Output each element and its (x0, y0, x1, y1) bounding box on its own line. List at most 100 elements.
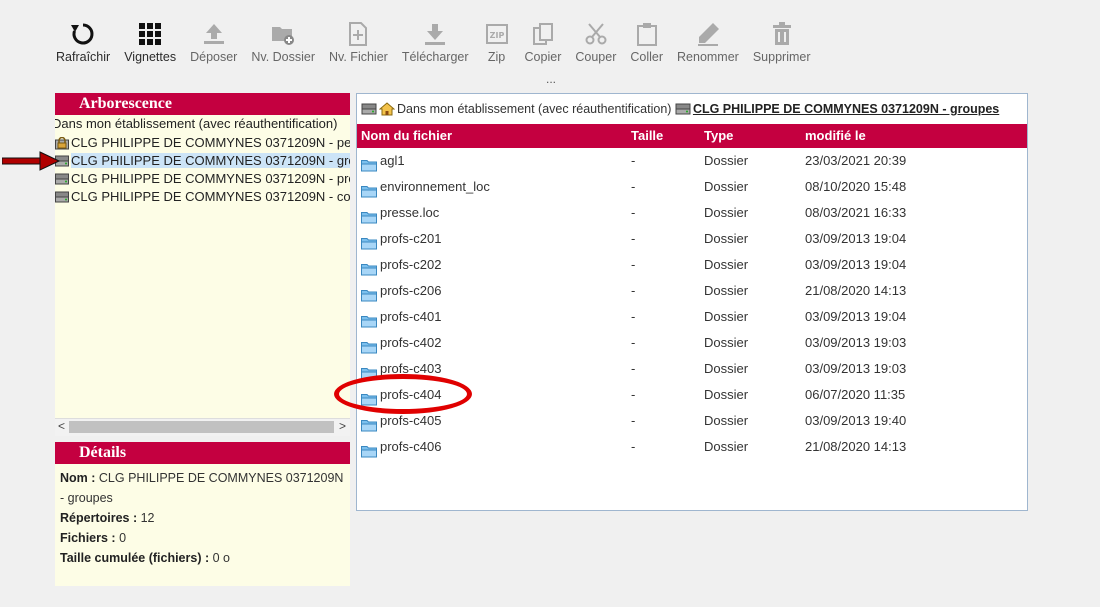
file-size: - (631, 413, 636, 428)
toolbar-button-label: Supprimer (752, 50, 811, 64)
toolbar-button-label: Vignettes (124, 50, 177, 64)
file-size: - (631, 309, 636, 324)
arrow-icon (1, 151, 61, 174)
file-type: Dossier (704, 257, 749, 272)
details-size-value: 0 o (212, 551, 230, 565)
highlight-ellipse (334, 374, 472, 414)
file-type: Dossier (704, 387, 749, 402)
file-size: - (631, 387, 636, 402)
details-size-label: Taille cumulée (fichiers) : (60, 551, 210, 565)
file-type: Dossier (704, 231, 749, 246)
file-modified: 03/09/2013 19:03 (805, 361, 907, 376)
toolbar-button-label: Couper (575, 50, 617, 64)
toolbar-button-pencil[interactable]: Renommer (677, 20, 739, 64)
toolbar-button-upload[interactable]: Déposer (190, 20, 237, 64)
table-row[interactable]: profs-c402 - Dossier 03/09/2013 19:03 (357, 330, 1027, 356)
table-row[interactable]: profs-c403- Dossier 03/09/2013 19:03 (357, 356, 1027, 382)
file-modified: 03/09/2013 19:40 (805, 413, 907, 428)
file-list-header: Nom du fichier Taille Type modifié le (357, 124, 1027, 148)
download-icon (421, 20, 449, 48)
file-modified: 03/09/2013 19:04 (805, 309, 907, 324)
breadcrumb-current[interactable]: CLG PHILIPPE DE COMMYNES 0371209N - grou… (693, 102, 999, 116)
file-modified: 08/10/2020 15:48 (805, 179, 907, 194)
file-size: - (631, 335, 636, 350)
copy-icon (529, 20, 557, 48)
toolbar-button-new-file[interactable]: Nv. Fichier (329, 20, 388, 64)
details-name-label: Nom : (60, 471, 96, 485)
table-row[interactable]: profs-c206 - Dossier 21/08/2020 14:13 (357, 278, 1027, 304)
tree-item[interactable]: CLG PHILIPPE DE COMMYNES 0371209N - comm… (55, 188, 350, 205)
column-header-name[interactable]: Nom du fichier (361, 124, 452, 148)
scrollbar-thumb[interactable] (69, 421, 334, 433)
tree-item[interactable]: CLG PHILIPPE DE COMMYNES 0371209N - prof… (55, 170, 350, 187)
details-dirs-label: Répertoires : (60, 511, 138, 525)
file-size: - (631, 361, 636, 376)
table-row[interactable]: profs-c406 - Dossier 21/08/2020 14:13 (357, 434, 1027, 460)
file-modified: 21/08/2020 14:13 (805, 439, 907, 454)
file-modified: 03/09/2013 19:03 (805, 335, 907, 350)
scroll-right-arrow[interactable]: > (339, 419, 346, 433)
file-name[interactable]: profs-c406 (380, 434, 441, 460)
details-size: Taille cumulée (fichiers) : 0 o (60, 548, 345, 568)
file-type: Dossier (704, 283, 749, 298)
tree-item-label: CLG PHILIPPE DE COMMYNES 0371209N - comm… (71, 189, 350, 204)
new-folder-icon (269, 20, 297, 48)
file-name[interactable]: profs-c401 (380, 304, 441, 330)
file-size: - (631, 153, 636, 168)
toolbar-button-label: Rafraîchir (56, 50, 111, 64)
folder-icon (361, 441, 377, 467)
column-header-type[interactable]: Type (704, 124, 733, 148)
toolbar-button-label: Télécharger (401, 50, 469, 64)
tree-root[interactable]: Dans mon établissement (avec réauthentif… (55, 115, 337, 132)
file-modified: 21/08/2020 14:13 (805, 283, 907, 298)
tree-item-label: CLG PHILIPPE DE COMMYNES 0371209N - grou… (71, 153, 350, 168)
file-modified: 08/03/2021 16:33 (805, 205, 907, 220)
toolbar-button-label: Déposer (190, 50, 238, 64)
column-header-size[interactable]: Taille (631, 124, 663, 148)
toolbar-button-trash[interactable]: Supprimer (753, 20, 811, 64)
table-row[interactable]: profs-c201 - Dossier 03/09/2013 19:04 (357, 226, 1027, 252)
toolbar-button-grid[interactable]: Vignettes (124, 20, 176, 64)
toolbar-button-zip[interactable]: ZIP Zip (483, 20, 511, 64)
file-name[interactable]: profs-c201 (380, 226, 441, 252)
file-name[interactable]: agl1 (380, 148, 405, 174)
toolbar-more[interactable]: ... (546, 72, 556, 86)
toolbar: Rafraîchir Vignettes Déposer Nv. Dossier Nv.… (56, 20, 825, 70)
file-type: Dossier (704, 179, 749, 194)
toolbar-button-copy[interactable]: Copier (525, 20, 561, 64)
file-type: Dossier (704, 439, 749, 454)
details-dirs-value: 12 (140, 511, 155, 525)
file-type: Dossier (704, 309, 749, 324)
file-size: - (631, 283, 636, 298)
tree-horizontal-scrollbar[interactable]: < > (55, 418, 350, 436)
scroll-left-arrow[interactable]: < (58, 419, 65, 433)
table-row[interactable]: environnement_loc - Dossier 08/10/2020 15:4… (357, 174, 1027, 200)
table-row[interactable]: profs-c202 - Dossier 03/09/2013 19:04 (357, 252, 1027, 278)
file-modified: 23/03/2021 20:39 (805, 153, 907, 168)
file-name[interactable]: profs-c206 (380, 278, 441, 304)
toolbar-button-refresh[interactable]: Rafraîchir (56, 20, 110, 64)
tree-item[interactable]: CLG PHILIPPE DE COMMYNES 0371209N - pers… (55, 134, 350, 151)
file-name[interactable]: profs-c402 (380, 330, 441, 356)
file-name[interactable]: presse.loc (380, 200, 439, 226)
toolbar-button-label: Zip (487, 50, 506, 64)
breadcrumb-root[interactable]: Dans mon établissement (avec réauthentif… (397, 102, 671, 116)
tree-root-label: Dans mon établissement (avec réauthentif… (55, 116, 338, 131)
toolbar-button-scissors[interactable]: Couper (575, 20, 616, 64)
trash-icon (768, 20, 796, 48)
table-row[interactable]: agl1 - Dossier 23/03/2021 20:39 (357, 148, 1027, 174)
home-icon[interactable] (378, 102, 396, 122)
tree-item[interactable]: CLG PHILIPPE DE COMMYNES 0371209N - grou… (55, 152, 350, 169)
toolbar-button-new-folder[interactable]: Nv. Dossier (251, 20, 315, 64)
file-size: - (631, 439, 636, 454)
toolbar-button-download[interactable]: Télécharger (402, 20, 469, 64)
table-row[interactable]: presse.loc - Dossier 08/03/2021 16:33 (357, 200, 1027, 226)
table-row[interactable]: profs-c405- Dossier 03/09/2013 19:40 (357, 408, 1027, 434)
file-name[interactable]: profs-c202 (380, 252, 441, 278)
column-header-modified[interactable]: modifié le (805, 124, 866, 148)
toolbar-button-clipboard[interactable]: Coller (630, 20, 663, 64)
file-name[interactable]: environnement_loc (380, 174, 490, 200)
refresh-icon (69, 20, 97, 48)
file-modified: 03/09/2013 19:04 (805, 257, 907, 272)
table-row[interactable]: profs-c401 - Dossier 03/09/2013 19:04 (357, 304, 1027, 330)
